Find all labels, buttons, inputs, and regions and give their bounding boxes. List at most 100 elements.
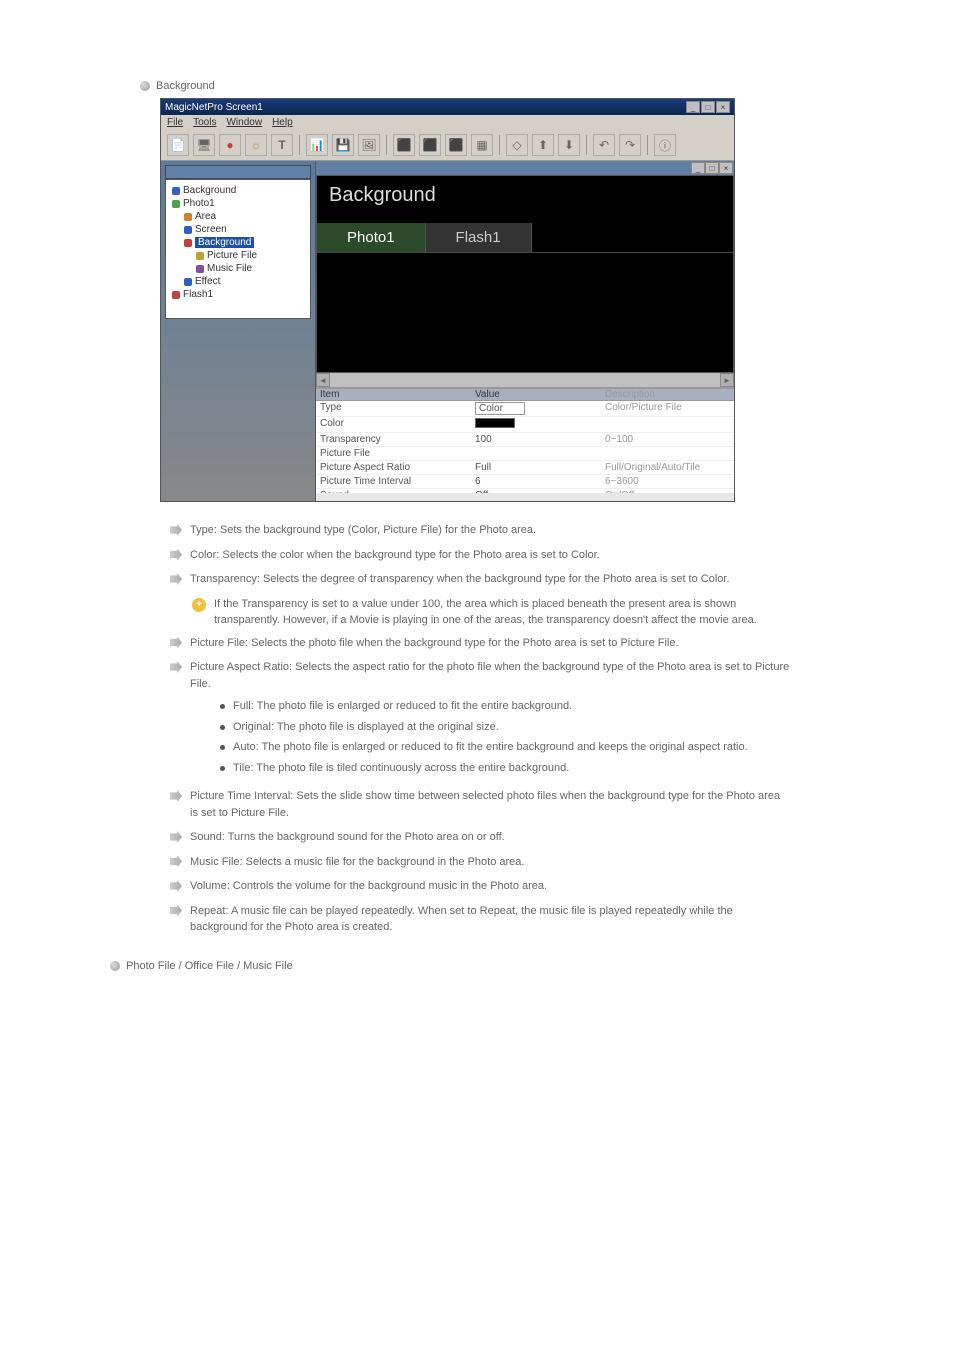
separator-icon	[647, 135, 648, 155]
arrow-icon	[170, 856, 182, 868]
tool-icon[interactable]: 📊	[306, 134, 328, 156]
tool-icon[interactable]: ⬛	[419, 134, 441, 156]
tool-icon[interactable]: ⬛	[445, 134, 467, 156]
preview-tab[interactable]: Flash1	[426, 223, 532, 252]
sub-text: Original: The photo file is displayed at…	[233, 719, 499, 736]
prop-value[interactable]	[471, 418, 601, 431]
scroll-left-icon[interactable]: ◄	[316, 373, 330, 387]
arrow-icon	[170, 790, 182, 802]
redo-icon[interactable]: ↷	[619, 134, 641, 156]
tree-header	[165, 165, 311, 179]
close-icon[interactable]: ×	[719, 162, 733, 174]
tree-label: Screen	[195, 224, 227, 235]
desc-text: Picture Time Interval: Sets the slide sh…	[190, 788, 790, 821]
tree-label: Effect	[195, 276, 220, 287]
tool-icon[interactable]: 🖥	[193, 134, 215, 156]
prop-item: Color	[316, 418, 471, 431]
properties-panel: Item Value Description TypeColorColor/Pi…	[316, 387, 734, 501]
prop-row: TypeColorColor/Picture File	[316, 401, 734, 417]
tool-icon[interactable]: 💾	[332, 134, 354, 156]
tree-label: Photo1	[183, 198, 215, 209]
prop-value[interactable]: Full	[471, 462, 601, 473]
tool-icon[interactable]: 🖼	[358, 134, 380, 156]
list-item: Type: Sets the background type (Color, P…	[170, 522, 790, 539]
list-item: Sound: Turns the background sound for th…	[170, 829, 790, 846]
preview-tabs: Photo1 Flash1	[317, 223, 733, 252]
prop-value[interactable]: Color	[471, 402, 601, 415]
prop-desc: 6~3600	[601, 476, 734, 487]
properties-body: TypeColorColor/Picture File Color Transp…	[316, 401, 734, 493]
scrollbar[interactable]: ◄ ►	[316, 373, 734, 387]
tool-icon[interactable]: T	[271, 134, 293, 156]
tool-icon[interactable]: ▦	[471, 134, 493, 156]
window-controls: _ □ ×	[686, 101, 730, 113]
properties-header: Item Value Description	[316, 389, 734, 401]
tree-label: Music File	[207, 263, 252, 274]
minimize-icon[interactable]: _	[686, 101, 700, 113]
minimize-icon[interactable]: _	[691, 162, 705, 174]
maximize-icon[interactable]: □	[701, 101, 715, 113]
maximize-icon[interactable]: □	[705, 162, 719, 174]
menu-bar: File Tools Window Help	[161, 115, 734, 130]
tree-item[interactable]: Screen	[168, 223, 308, 236]
tool-icon[interactable]: 📄	[167, 134, 189, 156]
tool-icon[interactable]: ⓘ	[654, 134, 676, 156]
close-icon[interactable]: ×	[716, 101, 730, 113]
preview-titlebar: _ □ ×	[316, 161, 734, 175]
arrow-icon	[170, 524, 182, 536]
file-icon	[196, 252, 204, 260]
separator-icon	[386, 135, 387, 155]
tree-item[interactable]: Area	[168, 210, 308, 223]
menu-window[interactable]: Window	[226, 117, 262, 128]
tree-label: Flash1	[183, 289, 213, 300]
app-title: MagicNetPro Screen1	[165, 102, 263, 113]
tool-icon[interactable]: ⬛	[393, 134, 415, 156]
tree-label: Area	[195, 211, 216, 222]
screenshot: MagicNetPro Screen1 _ □ × File Tools Win…	[160, 98, 954, 502]
preview-area: Background Photo1 Flash1	[316, 175, 734, 373]
folder-icon	[172, 200, 180, 208]
tool-icon[interactable]: ☼	[245, 134, 267, 156]
tree-item[interactable]: Picture File	[168, 249, 308, 262]
prop-row: SoundOffOn/Off	[316, 489, 734, 493]
arrow-icon	[170, 549, 182, 561]
prop-value[interactable]: Off	[471, 490, 601, 493]
prop-row: Picture File	[316, 447, 734, 461]
preview-tab[interactable]: Photo1	[317, 223, 426, 252]
sub-list: Full: The photo file is enlarged or redu…	[220, 698, 790, 776]
tree-item[interactable]: Photo1	[168, 197, 308, 210]
tool-icon[interactable]: ⬇	[558, 134, 580, 156]
desc-text: Picture Aspect Ratio: Selects the aspect…	[190, 661, 789, 690]
tree-item[interactable]: Background	[168, 184, 308, 197]
menu-help[interactable]: Help	[272, 117, 293, 128]
desc-text: Sound: Turns the background sound for th…	[190, 829, 505, 846]
prop-item: Type	[316, 402, 471, 415]
dot-icon	[220, 704, 225, 709]
desc-text: Transparency: Selects the degree of tran…	[190, 571, 730, 588]
header-value: Value	[471, 389, 601, 400]
list-item: Picture Aspect Ratio: Selects the aspect…	[170, 659, 790, 780]
tree-label: Picture File	[207, 250, 257, 261]
prop-value[interactable]: 6	[471, 476, 601, 487]
tool-icon[interactable]: ●	[219, 134, 241, 156]
list-item: Volume: Controls the volume for the back…	[170, 878, 790, 895]
tree-item[interactable]: Background	[168, 236, 308, 249]
menu-file[interactable]: File	[167, 117, 183, 128]
prop-value[interactable]	[471, 448, 601, 459]
scroll-right-icon[interactable]: ►	[720, 373, 734, 387]
tool-icon[interactable]: ⬆	[532, 134, 554, 156]
header-desc: Description	[601, 389, 734, 400]
prop-value[interactable]: 100	[471, 434, 601, 445]
menu-tools[interactable]: Tools	[193, 117, 216, 128]
separator-icon	[586, 135, 587, 155]
prop-row: Color	[316, 417, 734, 433]
tree-item[interactable]: Music File	[168, 262, 308, 275]
tree-item[interactable]: Effect	[168, 275, 308, 288]
folder-icon	[172, 187, 180, 195]
tree: Background Photo1 Area Screen Background…	[165, 179, 311, 319]
undo-icon[interactable]: ↶	[593, 134, 615, 156]
title-bar: MagicNetPro Screen1 _ □ ×	[161, 99, 734, 115]
tree-item[interactable]: Flash1	[168, 288, 308, 301]
tool-icon[interactable]: ◇	[506, 134, 528, 156]
workspace: Background Photo1 Area Screen Background…	[161, 161, 734, 501]
